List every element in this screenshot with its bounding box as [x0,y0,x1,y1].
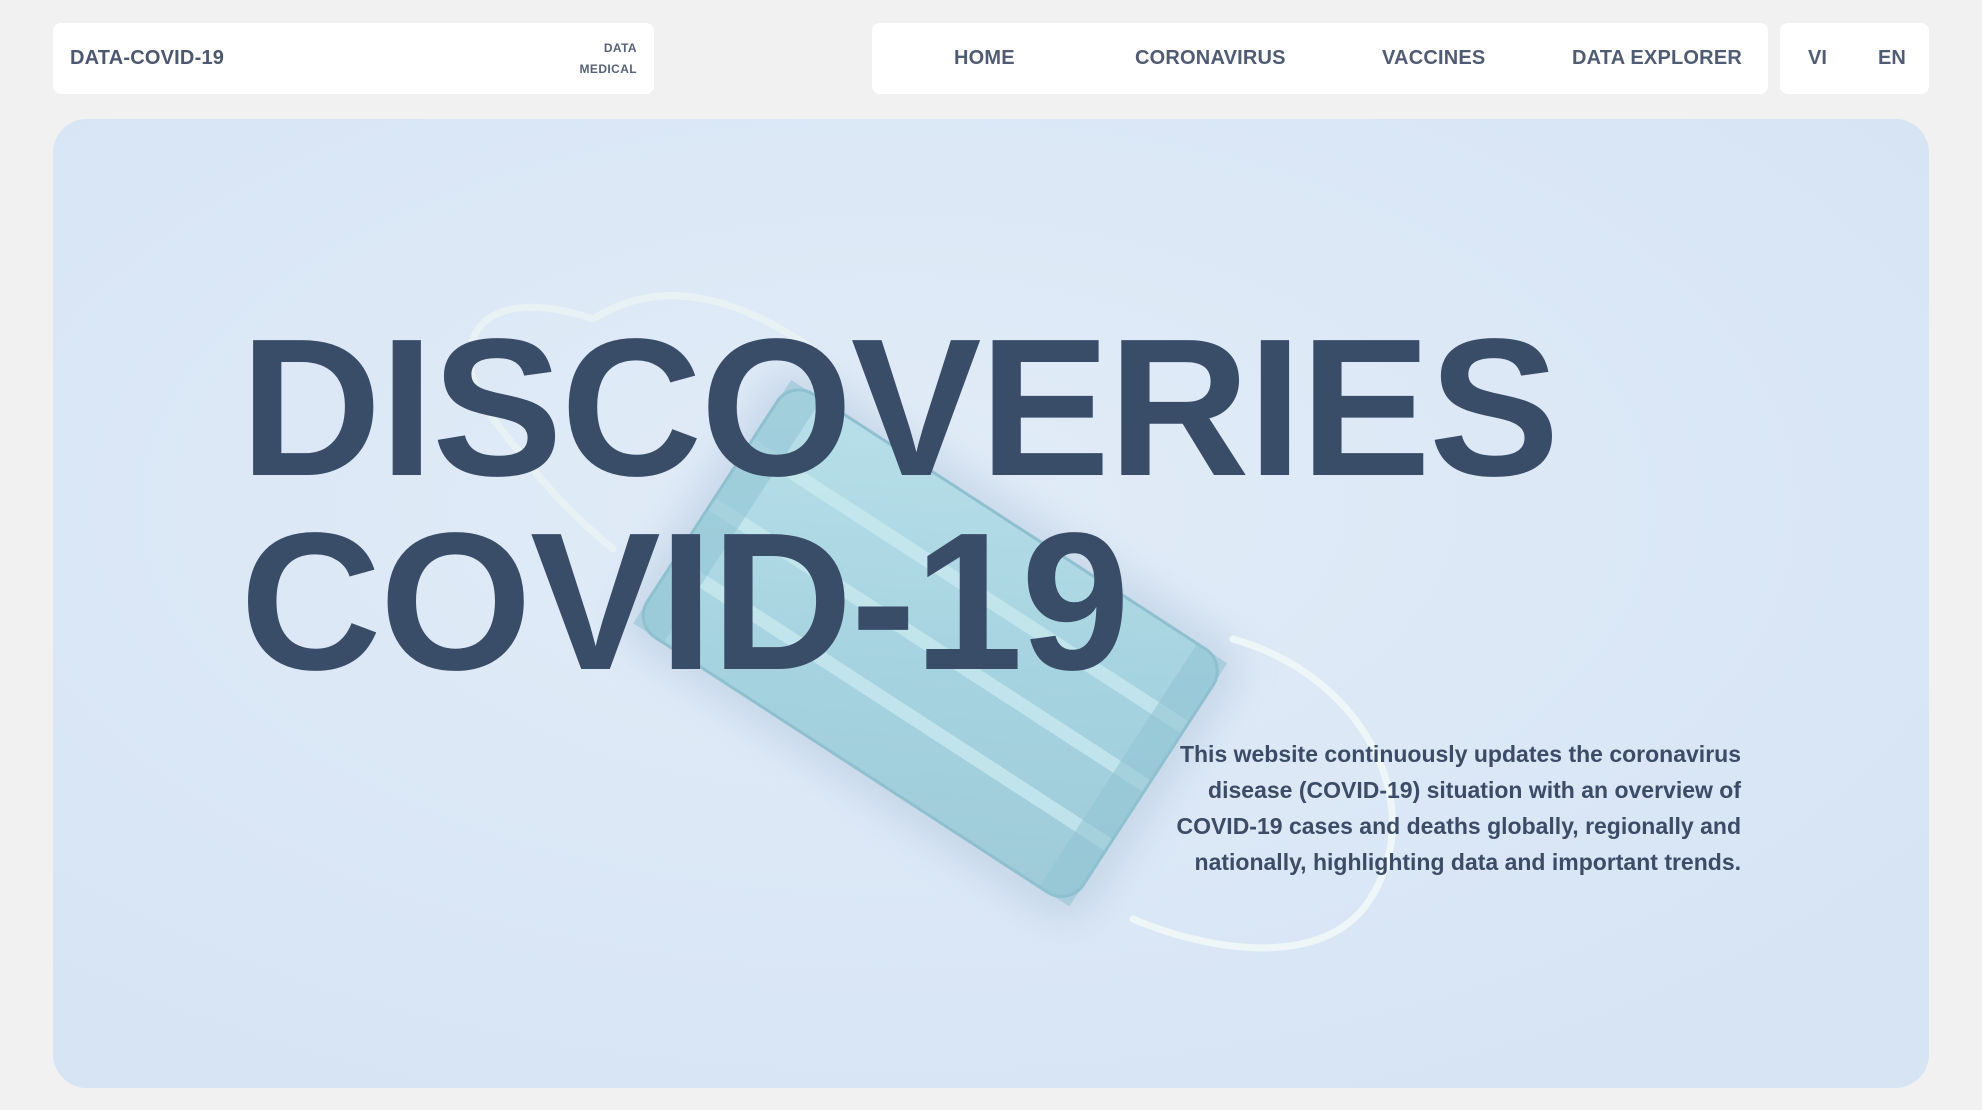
brand-tag-line-1: DATA [603,40,637,55]
main-navigation: HOME CORONAVIRUS VACCINES DATA EXPLORER [872,23,1768,94]
site-logo-title[interactable]: DATA-COVID-19 [70,47,224,70]
language-option-en[interactable]: EN [1878,23,1906,94]
nav-item-vaccines[interactable]: VACCINES [1382,23,1485,94]
brand-card: DATA-COVID-19 DATA MEDICAL [53,23,654,94]
hero-banner: DISCOVERIES COVID-19 This website contin… [53,119,1929,1088]
hero-title: DISCOVERIES COVID-19 [240,298,1560,711]
nav-item-data-explorer[interactable]: DATA EXPLORER [1572,23,1742,94]
language-switcher: VI EN [1780,23,1929,94]
brand-tag-line-2: MEDICAL [579,61,637,76]
nav-item-coronavirus[interactable]: CORONAVIRUS [1135,23,1286,94]
hero-description: This website continuously updates the co… [1176,741,1741,875]
brand-tagline: DATA MEDICAL [580,38,637,80]
language-option-vi[interactable]: VI [1808,23,1827,94]
hero-title-line-2: COVID-19 [240,492,1130,711]
nav-item-home[interactable]: HOME [954,23,1015,94]
hero-title-line-1: DISCOVERIES [240,298,1560,517]
